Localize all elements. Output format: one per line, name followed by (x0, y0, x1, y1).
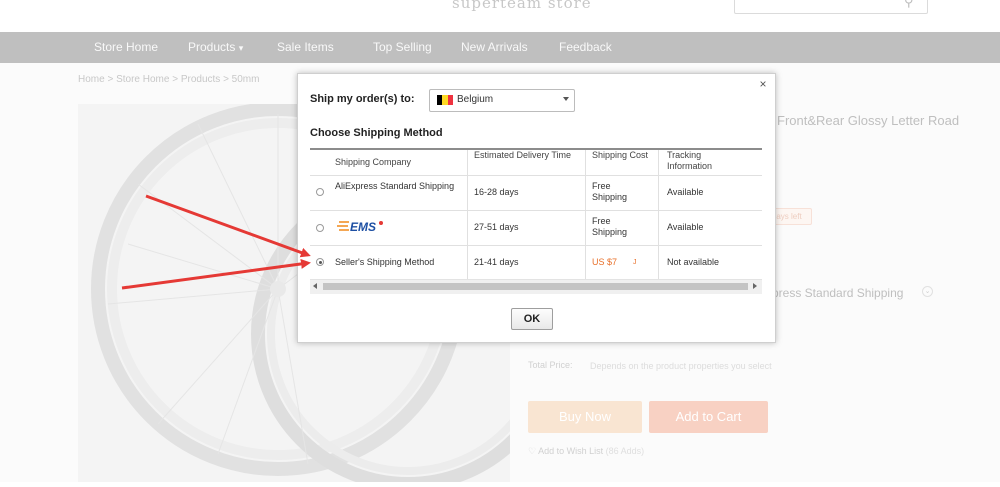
country-name: Belgium (457, 94, 494, 105)
scrollbar-thumb[interactable] (323, 283, 748, 290)
row-cost: US $7 (592, 257, 618, 267)
scroll-right-icon[interactable] (753, 283, 757, 289)
shipping-radio-ems[interactable] (316, 224, 324, 232)
row-cost: Free Shipping (592, 181, 628, 202)
column-header-company: Shipping Company (335, 157, 412, 167)
shipping-radio-seller[interactable] (316, 258, 324, 266)
row-tracking: Available (667, 187, 704, 197)
close-icon[interactable]: × (758, 78, 768, 90)
shipping-radio-aliexpress[interactable] (316, 188, 324, 196)
row-tracking: Not available (667, 257, 720, 267)
dropdown-arrow-icon (563, 97, 569, 101)
row-cost: Free Shipping (592, 216, 628, 237)
row-delivery: 21-41 days (474, 257, 519, 267)
row-company: AliExpress Standard Shipping (335, 181, 455, 191)
ems-logo-icon: EMS (337, 220, 383, 234)
row-tracking: Available (667, 222, 704, 232)
row-company: Seller's Shipping Method (335, 257, 435, 267)
row-cost-tail: J (633, 259, 637, 266)
row-divider (310, 210, 762, 211)
column-divider (658, 150, 659, 280)
column-header-tracking: Tracking Information (667, 150, 713, 171)
ok-button[interactable]: OK (511, 308, 553, 330)
row-delivery: 27-51 days (474, 222, 519, 232)
row-delivery: 16-28 days (474, 187, 519, 197)
row-divider (310, 245, 762, 246)
column-header-delivery: Estimated Delivery Time (474, 150, 572, 160)
svg-text:EMS: EMS (350, 220, 376, 234)
column-divider (585, 150, 586, 280)
scroll-left-icon[interactable] (313, 283, 317, 289)
choose-shipping-heading: Choose Shipping Method (310, 127, 443, 139)
column-header-cost: Shipping Cost (592, 150, 649, 160)
row-divider (310, 175, 762, 176)
ship-to-label: Ship my order(s) to: (310, 93, 415, 105)
belgium-flag-icon (437, 95, 453, 105)
column-divider (467, 150, 468, 280)
